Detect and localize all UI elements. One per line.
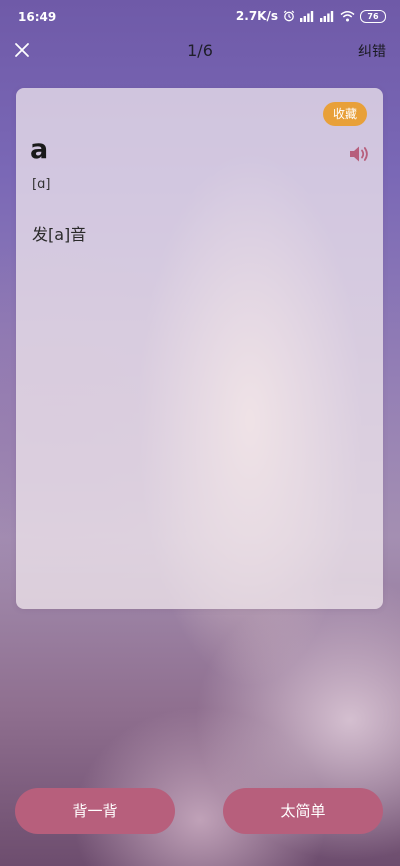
pronunciation-description: 发[a]音 (32, 225, 87, 244)
status-time: 16:49 (18, 10, 57, 24)
status-indicators: 2.7K/s 76 (236, 9, 386, 23)
network-speed: 2.7K/s (235, 9, 278, 23)
memorize-button[interactable]: 背一背 (15, 788, 175, 834)
signal-icon (320, 10, 335, 22)
favorite-button[interactable]: 收藏 (322, 102, 367, 126)
wifi-icon (340, 10, 355, 22)
header: 1/6 纠错 (0, 34, 400, 68)
progress-counter: 1/6 (187, 41, 213, 60)
report-error-button[interactable]: 纠错 (358, 41, 386, 61)
signal-icon (300, 10, 315, 22)
word-card: 收藏 a [ɑ] 发[a]音 (16, 88, 383, 609)
battery-icon: 76 (360, 9, 386, 23)
status-bar: 16:49 2.7K/s 76 (0, 0, 400, 34)
too-easy-button[interactable]: 太简单 (223, 788, 383, 834)
speaker-icon[interactable] (349, 144, 371, 164)
phonetic-text: [ɑ] (32, 177, 51, 192)
alarm-icon (283, 10, 295, 22)
word-title: a (30, 134, 49, 165)
